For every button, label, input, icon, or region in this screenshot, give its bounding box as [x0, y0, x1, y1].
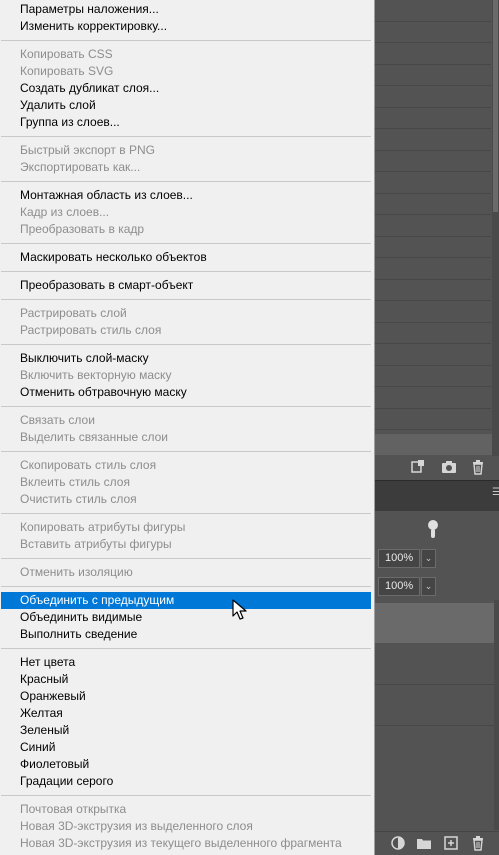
menu-item-3d-extrusion-from-layer[interactable]: Новая 3D-экструзия из выделенного слоя	[1, 818, 371, 835]
menu-item-color-violet[interactable]: Фиолетовый	[1, 756, 371, 773]
layer-row-selected[interactable]	[374, 603, 494, 643]
menu-item-quick-export-png[interactable]: Быстрый экспорт в PNG	[1, 142, 371, 159]
menu-item-color-yellow[interactable]: Желтая	[1, 705, 371, 722]
new-layer-icon[interactable]	[443, 835, 459, 851]
menu-item-group-from-layers[interactable]: Группа из слоев...	[1, 114, 371, 131]
history-selected-row[interactable]	[374, 434, 492, 455]
fill-field[interactable]: 100%	[378, 577, 420, 596]
menu-item-edit-adjustment[interactable]: Изменить корректировку...	[1, 18, 371, 35]
layer-row[interactable]	[374, 686, 494, 726]
menu-item-rasterize-layer-style[interactable]: Растрировать стиль слоя	[1, 322, 371, 339]
menu-item-merge-down[interactable]: Объединить с предыдущим	[1, 592, 371, 609]
menu-item-duplicate-layer[interactable]: Создать дубликат слоя...	[1, 80, 371, 97]
filter-toggle-stem	[431, 529, 435, 538]
folder-icon[interactable]	[416, 835, 432, 851]
menu-item-3d-extrusion-from-selection[interactable]: Новая 3D-экструзия из текущего выделенно…	[1, 835, 371, 852]
layer-row[interactable]	[374, 645, 494, 685]
layer-context-menu: Параметры наложения... Изменить корректи…	[0, 0, 375, 855]
menu-item-disable-layer-mask[interactable]: Выключить слой-маску	[1, 350, 371, 367]
menu-separator	[1, 406, 371, 407]
menu-item-rasterize-layer[interactable]: Растрировать слой	[1, 305, 371, 322]
menu-item-artboard-from-layers[interactable]: Монтажная область из слоев...	[1, 187, 371, 204]
menu-item-export-as[interactable]: Экспортировать как...	[1, 159, 371, 176]
trash-icon[interactable]	[470, 459, 486, 475]
menu-separator	[1, 586, 371, 587]
chevron-down-icon[interactable]: ⌄	[421, 577, 436, 596]
menu-item-paste-shape-attributes[interactable]: Вставить атрибуты фигуры	[1, 536, 371, 553]
menu-item-color-none[interactable]: Нет цвета	[1, 654, 371, 671]
menu-item-copy-svg[interactable]: Копировать SVG	[1, 63, 371, 80]
menu-item-select-linked-layers[interactable]: Выделить связанные слои	[1, 429, 371, 446]
menu-item-frame-from-layers[interactable]: Кадр из слоев...	[1, 204, 371, 221]
new-layer-from-selection-icon[interactable]	[410, 459, 426, 475]
menu-item-copy-css[interactable]: Копировать CSS	[1, 46, 371, 63]
menu-item-enable-vector-mask[interactable]: Включить векторную маску	[1, 367, 371, 384]
menu-item-release-clipping-mask[interactable]: Отменить обтравочную маску	[1, 384, 371, 401]
menu-item-copy-shape-attributes[interactable]: Копировать атрибуты фигуры	[1, 519, 371, 536]
adjustment-layer-icon[interactable]	[390, 835, 406, 851]
layers-panel-tabbar	[374, 480, 499, 511]
menu-item-color-orange[interactable]: Оранжевый	[1, 688, 371, 705]
menu-separator	[1, 299, 371, 300]
menu-item-release-isolation[interactable]: Отменить изоляцию	[1, 564, 371, 581]
menu-separator	[1, 181, 371, 182]
menu-item-color-blue[interactable]: Синий	[1, 739, 371, 756]
menu-item-flatten-image[interactable]: Выполнить сведение	[1, 626, 371, 643]
menu-separator	[1, 344, 371, 345]
menu-item-mask-all-objects[interactable]: Маскировать несколько объектов	[1, 249, 371, 266]
menu-separator	[1, 40, 371, 41]
menu-item-blending-options[interactable]: Параметры наложения...	[1, 1, 371, 18]
menu-item-convert-to-smart-object[interactable]: Преобразовать в смарт-объект	[1, 277, 371, 294]
menu-separator	[1, 513, 371, 514]
chevron-down-icon[interactable]: ⌄	[421, 549, 436, 568]
menu-item-color-gray[interactable]: Градации серого	[1, 773, 371, 790]
menu-separator	[1, 648, 371, 649]
menu-separator	[1, 451, 371, 452]
menu-separator	[1, 795, 371, 796]
menu-item-convert-to-frame[interactable]: Преобразовать в кадр	[1, 221, 371, 238]
menu-item-merge-visible[interactable]: Объединить видимые	[1, 609, 371, 626]
layers-scrollbar[interactable]	[494, 600, 499, 830]
history-panel-list	[374, 0, 491, 457]
opacity-field[interactable]: 100%	[378, 549, 420, 568]
menu-separator	[1, 243, 371, 244]
menu-item-paste-layer-style[interactable]: Вклеить стиль слоя	[1, 474, 371, 491]
menu-separator	[1, 136, 371, 137]
menu-separator	[1, 558, 371, 559]
menu-item-delete-layer[interactable]: Удалить слой	[1, 97, 371, 114]
history-scrollbar-thumb[interactable]	[493, 0, 498, 212]
arrow-cursor-icon	[232, 599, 248, 621]
menu-item-clear-layer-style[interactable]: Очистить стиль слоя	[1, 491, 371, 508]
menu-item-postcard[interactable]: Почтовая открытка	[1, 801, 371, 818]
camera-icon[interactable]	[441, 459, 457, 475]
menu-item-color-green[interactable]: Зеленый	[1, 722, 371, 739]
panel-menu-icon[interactable]: ☰	[492, 488, 499, 498]
photoshop-window: ☰ 100% ⌄ 100% ⌄ Параметры наложения... И…	[0, 0, 499, 855]
menu-separator	[1, 271, 371, 272]
trash-icon[interactable]	[470, 835, 486, 851]
menu-item-color-red[interactable]: Красный	[1, 671, 371, 688]
menu-item-link-layers[interactable]: Связать слои	[1, 412, 371, 429]
menu-item-copy-layer-style[interactable]: Скопировать стиль слоя	[1, 457, 371, 474]
